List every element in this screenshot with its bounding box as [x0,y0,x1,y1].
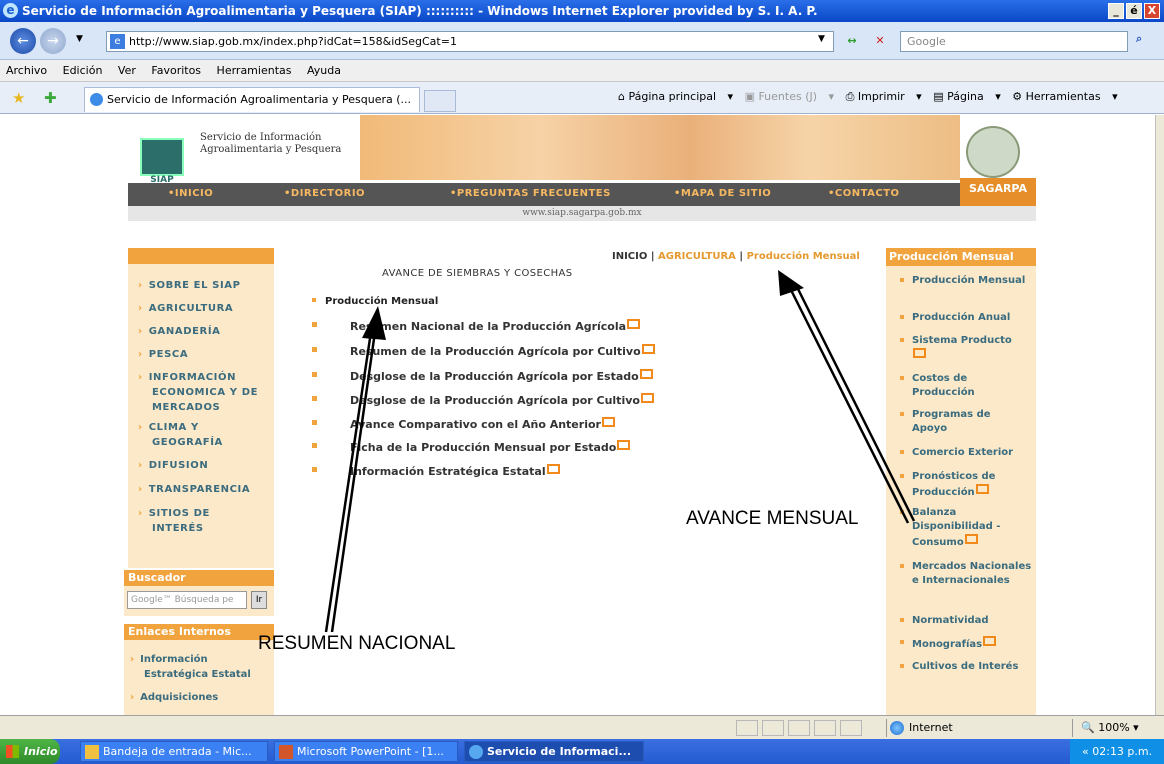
powerpoint-icon [279,745,293,759]
status-cell [840,720,862,736]
task-powerpoint[interactable]: Microsoft PowerPoint - [1... [274,741,458,762]
outlook-icon [85,745,99,759]
ie-icon [469,745,483,759]
status-bar: Internet 🔍 100% ▾ [0,715,1164,739]
arrow-resumen-nacional [324,306,386,633]
status-cell [736,720,758,736]
status-cell [788,720,810,736]
tray-expand-icon[interactable]: « [1082,745,1089,758]
security-zone[interactable]: Internet [886,719,1068,737]
start-button[interactable]: Inicio [0,739,60,764]
annotation-resumen-nacional: RESUMEN NACIONAL [258,633,456,654]
task-outlook[interactable]: Bandeja de entrada - Mic... [80,741,268,762]
windows-flag-icon [6,745,19,758]
arrow-avance-mensual [778,270,916,524]
zoom-icon: 🔍 [1081,721,1095,734]
annotation-arrows [324,270,916,633]
system-tray: « 02:13 p.m. [1070,739,1164,764]
zoom-dropdown-icon: ▾ [1133,721,1139,734]
start-label: Inicio [24,745,58,758]
zoom-control[interactable]: 🔍 100% ▾ [1072,719,1160,737]
clock: 02:13 p.m. [1092,745,1153,758]
zoom-level: 100% [1098,721,1130,734]
task-ie[interactable]: Servicio de Informaci... [464,741,644,762]
globe-icon [890,721,904,735]
windows-taskbar: Inicio Bandeja de entrada - Mic... Micro… [0,739,1164,764]
annotation-avance-mensual: AVANCE MENSUAL [686,508,859,529]
status-cell [762,720,784,736]
zone-label: Internet [909,721,953,734]
status-cell [814,720,836,736]
